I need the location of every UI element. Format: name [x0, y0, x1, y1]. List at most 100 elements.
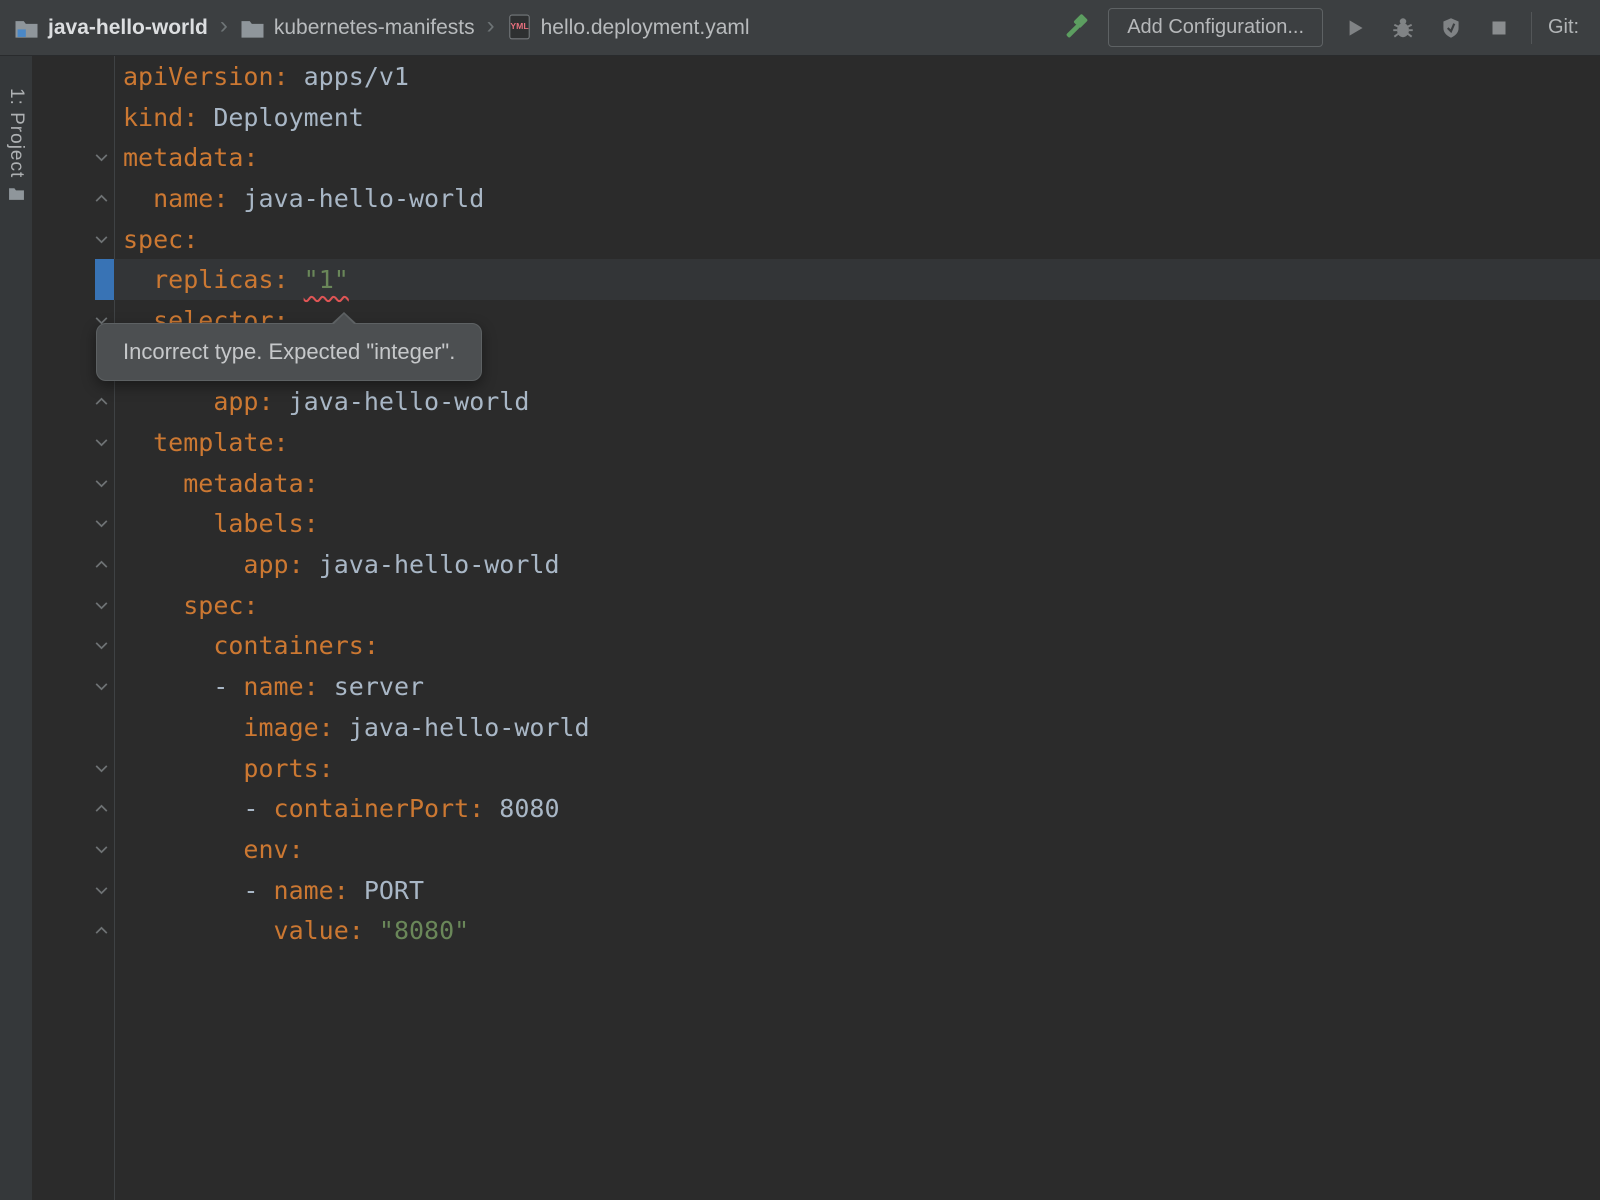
fold-close-icon[interactable]	[92, 556, 110, 574]
code-line[interactable]: app: java-hello-world	[32, 382, 1600, 423]
fold-close-icon[interactable]	[92, 922, 110, 940]
code-line[interactable]: containers:	[32, 626, 1600, 667]
code-token: -	[123, 794, 274, 823]
fold-open-icon[interactable]	[92, 759, 110, 777]
code-token	[123, 631, 213, 660]
gutter-cell	[32, 788, 114, 829]
code-line[interactable]: app: java-hello-world	[32, 544, 1600, 585]
code-line[interactable]: ports:	[32, 748, 1600, 789]
gutter-cell	[32, 422, 114, 463]
code-line-text[interactable]: labels:	[114, 504, 1600, 545]
fold-open-icon[interactable]	[92, 149, 110, 167]
code-line[interactable]: template:	[32, 422, 1600, 463]
code-line-text[interactable]: metadata:	[114, 463, 1600, 504]
code-line[interactable]: apiVersion: apps/v1	[32, 56, 1600, 97]
debug-icon[interactable]	[1387, 12, 1419, 44]
code-token: apiVersion:	[123, 62, 289, 91]
git-branch-widget[interactable]: Git:	[1548, 16, 1594, 39]
fold-open-icon[interactable]	[92, 434, 110, 452]
fold-open-icon[interactable]	[92, 596, 110, 614]
code-line-text[interactable]: ports:	[114, 748, 1600, 789]
code-line-text[interactable]: apiVersion: apps/v1	[114, 56, 1600, 97]
code-token	[123, 916, 274, 945]
gutter-cell	[32, 219, 114, 260]
code-token: metadata:	[123, 143, 258, 172]
code-line-text[interactable]: replicas: "1"	[114, 259, 1600, 300]
code-line-text[interactable]: metadata:	[114, 137, 1600, 178]
code-line[interactable]: name: java-hello-world	[32, 178, 1600, 219]
code-line[interactable]: env:	[32, 829, 1600, 870]
code-token	[123, 509, 213, 538]
code-line[interactable]: value: "8080"	[32, 910, 1600, 951]
code-line[interactable]: image: java-hello-world	[32, 707, 1600, 748]
code-token	[289, 265, 304, 294]
gutter-cell	[32, 870, 114, 911]
folder-icon	[240, 17, 265, 39]
gutter-cell	[32, 463, 114, 504]
coverage-icon[interactable]	[1435, 12, 1467, 44]
code-area: apiVersion: apps/v1kind: Deployment metad…	[32, 56, 1600, 951]
fold-close-icon[interactable]	[92, 189, 110, 207]
code-line[interactable]: metadata:	[32, 463, 1600, 504]
editor[interactable]: apiVersion: apps/v1kind: Deployment metad…	[32, 56, 1600, 1200]
code-line-text[interactable]: image: java-hello-world	[114, 707, 1600, 748]
code-line-text[interactable]: containers:	[114, 626, 1600, 667]
fold-open-icon[interactable]	[92, 515, 110, 533]
caret-line-gutter-marker	[95, 259, 114, 300]
code-line-text[interactable]: - containerPort: 8080	[114, 788, 1600, 829]
main-toolbar: java-hello-world›kubernetes-manifests›YM…	[0, 0, 1600, 56]
project-folder-mini-icon	[8, 186, 25, 206]
code-line[interactable]: metadata:	[32, 137, 1600, 178]
code-line[interactable]: replicas: "1"	[32, 259, 1600, 300]
fold-open-icon[interactable]	[92, 637, 110, 655]
code-line-text[interactable]: spec:	[114, 585, 1600, 626]
code-line[interactable]: - name: PORT	[32, 870, 1600, 911]
gutter-cell	[32, 707, 114, 748]
fold-open-icon[interactable]	[92, 230, 110, 248]
run-icon[interactable]	[1339, 12, 1371, 44]
code-line-text[interactable]: spec:	[114, 219, 1600, 260]
stop-icon[interactable]	[1483, 12, 1515, 44]
code-line-text[interactable]: template:	[114, 422, 1600, 463]
code-line[interactable]: - containerPort: 8080	[32, 788, 1600, 829]
add-configuration-button[interactable]: Add Configuration...	[1108, 8, 1323, 47]
code-token	[123, 591, 183, 620]
code-line-text[interactable]: name: java-hello-world	[114, 178, 1600, 219]
breadcrumb-item[interactable]: java-hello-world	[14, 16, 208, 40]
fold-open-icon[interactable]	[92, 474, 110, 492]
breadcrumb-item[interactable]: YMLhello.deployment.yaml	[507, 14, 750, 41]
tool-window-button-project[interactable]: 1: Project	[5, 88, 27, 206]
project-tool-window-label: 1: Project	[5, 88, 27, 178]
chevron-right-icon: ›	[485, 12, 497, 40]
gutter-cell	[32, 56, 114, 97]
code-token	[123, 387, 213, 416]
code-token	[123, 469, 183, 498]
error-token: "1"	[304, 265, 349, 294]
code-line-text[interactable]: - name: PORT	[114, 870, 1600, 911]
code-token: containers:	[213, 631, 379, 660]
code-line-text[interactable]: app: java-hello-world	[114, 382, 1600, 423]
fold-close-icon[interactable]	[92, 393, 110, 411]
gutter-cell	[32, 178, 114, 219]
code-token: spec:	[183, 591, 258, 620]
fold-open-icon[interactable]	[92, 881, 110, 899]
code-line[interactable]: labels:	[32, 504, 1600, 545]
code-line-text[interactable]: - name: server	[114, 666, 1600, 707]
code-line-text[interactable]: value: "8080"	[114, 910, 1600, 951]
gutter-cell	[32, 585, 114, 626]
fold-close-icon[interactable]	[92, 800, 110, 818]
code-line[interactable]: kind: Deployment	[32, 97, 1600, 138]
code-line-text[interactable]: env:	[114, 829, 1600, 870]
fold-open-icon[interactable]	[92, 840, 110, 858]
code-line[interactable]: spec:	[32, 219, 1600, 260]
code-token: metadata:	[183, 469, 318, 498]
code-line[interactable]: spec:	[32, 585, 1600, 626]
code-token: java-hello-world	[274, 387, 530, 416]
build-hammer-icon[interactable]	[1060, 12, 1092, 44]
fold-open-icon[interactable]	[92, 678, 110, 696]
code-token: PORT	[349, 876, 424, 905]
code-line-text[interactable]: app: java-hello-world	[114, 544, 1600, 585]
code-line[interactable]: - name: server	[32, 666, 1600, 707]
breadcrumb-item[interactable]: kubernetes-manifests	[240, 16, 475, 40]
code-line-text[interactable]: kind: Deployment	[114, 97, 1600, 138]
